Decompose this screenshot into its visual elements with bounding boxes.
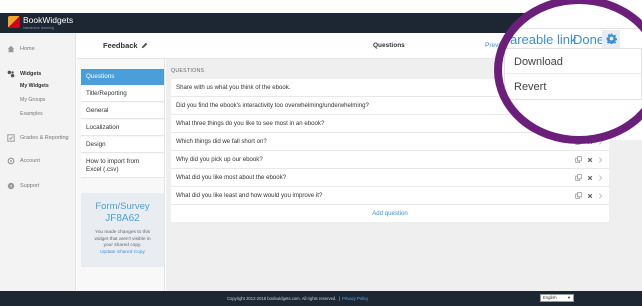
questions-section-label: QUESTIONS — [171, 68, 205, 74]
question-text: What did you like most about the ebook? — [176, 174, 287, 181]
privacy-policy-link[interactable]: Privacy Policy — [342, 296, 368, 301]
footer: Copyright 2012-2018 bookwidgets.com. All… — [0, 291, 642, 306]
widgets-icon — [7, 70, 15, 78]
footer-copyright: Copyright 2012-2018 bookwidgets.com. All… — [227, 296, 369, 301]
question-text: Why did you pick up our ebook? — [176, 156, 263, 163]
shared-copy-note: You made changes to this widget that are… — [94, 230, 151, 248]
question-text: What three things do you like to see mos… — [176, 120, 325, 127]
logo-icon — [8, 16, 20, 28]
chevron-down-icon: ▼ — [567, 295, 571, 300]
menu-item-import-line1: How to import from — [86, 158, 140, 165]
sidebar-item-grades[interactable]: Grades & Reporting — [7, 134, 69, 142]
share-code-box: Form/Survey JF8A62 You made changes to t… — [81, 193, 164, 267]
widget-type: Form/Survey — [95, 201, 150, 212]
update-shared-copy-link[interactable]: Update Shared Copy — [81, 250, 164, 257]
chevron-right-icon[interactable] — [598, 156, 603, 163]
gear-icon — [606, 33, 617, 46]
copy-icon[interactable] — [575, 192, 582, 199]
sidebar-item-label: Account — [20, 158, 40, 164]
question-text: Which things did we fall short on? — [176, 138, 267, 145]
settings-button[interactable] — [602, 30, 620, 48]
language-select[interactable]: English ▼ — [540, 294, 574, 302]
share-code[interactable]: JF8A62 — [81, 213, 164, 224]
grades-icon — [7, 134, 15, 142]
question-row[interactable]: What did you like most about the ebook? — [171, 169, 609, 187]
question-row[interactable]: Which things did we fall short on? — [171, 133, 609, 151]
question-row[interactable]: What did you like least and how would yo… — [171, 187, 609, 205]
widget-title-text: Feedback — [103, 41, 138, 50]
chevron-right-icon[interactable] — [598, 174, 603, 181]
question-text: What did you like least and how would yo… — [176, 192, 323, 199]
divider — [505, 73, 642, 74]
app-name: BookWidgets — [23, 15, 74, 25]
sidebar-item-support[interactable]: ? Support — [7, 182, 39, 190]
menu-item-general[interactable]: General — [81, 103, 164, 119]
account-icon — [7, 157, 15, 165]
question-actions — [570, 174, 603, 181]
question-text: Share with us what you think of the eboo… — [176, 84, 291, 91]
support-icon: ? — [7, 182, 15, 190]
app-tagline: Interactive learning — [23, 26, 54, 30]
menu-item-questions[interactable]: Questions — [81, 69, 164, 85]
svg-text:?: ? — [10, 184, 13, 190]
sidebar-item-label: Grades & Reporting — [20, 135, 69, 141]
app-logo[interactable]: BookWidgets Interactive learning — [8, 16, 73, 30]
sidebar-sub-my-groups[interactable]: My Groups — [20, 97, 45, 103]
download-menu-item[interactable]: Download — [514, 56, 563, 68]
menu-item-title-reporting[interactable]: Title/Reporting — [81, 86, 164, 102]
sidebar-sub-examples[interactable]: Examples — [20, 111, 43, 117]
preview-link[interactable]: Previ — [485, 42, 500, 49]
sidebar-item-home[interactable]: Home — [7, 45, 35, 53]
delete-icon[interactable] — [587, 193, 593, 199]
sidebar-sub-my-widgets[interactable]: My Widgets — [20, 83, 49, 89]
zoom-callout: areable link Done Download Revert — [498, 0, 642, 140]
chevron-right-icon[interactable] — [598, 192, 603, 199]
add-question-button[interactable]: Add question — [171, 205, 609, 222]
question-actions — [570, 192, 603, 199]
menu-item-design[interactable]: Design — [81, 137, 164, 153]
menu-item-import-line2: Excel (.csv) — [86, 166, 119, 173]
revert-menu-item[interactable]: Revert — [514, 81, 546, 93]
sidebar-item-label: Home — [20, 46, 35, 52]
settings-dropdown: Download Revert — [504, 48, 642, 100]
sidebar-item-account[interactable]: Account — [7, 157, 40, 165]
copy-icon[interactable] — [575, 156, 582, 163]
home-icon — [7, 45, 15, 53]
sidebar-item-label: Widgets — [20, 71, 42, 77]
pencil-icon[interactable] — [141, 42, 148, 49]
sidebar-item-label: Support — [20, 183, 40, 189]
question-text: Did you find the ebook's interactivity t… — [176, 102, 369, 109]
language-select-value: English — [543, 295, 557, 300]
menu-item-localization[interactable]: Localization — [81, 120, 164, 136]
menu-item-import[interactable]: How to import from Excel (.csv) — [81, 154, 164, 178]
delete-icon[interactable] — [587, 157, 593, 163]
done-button[interactable]: Done — [573, 32, 604, 47]
widget-title[interactable]: Feedback — [103, 41, 148, 50]
shareable-link-button[interactable]: areable link — [510, 32, 577, 47]
question-row[interactable]: Why did you pick up our ebook? — [171, 151, 609, 169]
settings-menu: Questions Title/Reporting General Locali… — [77, 59, 165, 291]
divider — [498, 28, 642, 29]
delete-icon[interactable] — [587, 175, 593, 181]
copy-icon[interactable] — [575, 174, 582, 181]
question-actions — [570, 156, 603, 163]
sidebar-item-widgets[interactable]: Widgets — [7, 70, 41, 78]
page-title: Questions — [373, 42, 405, 49]
